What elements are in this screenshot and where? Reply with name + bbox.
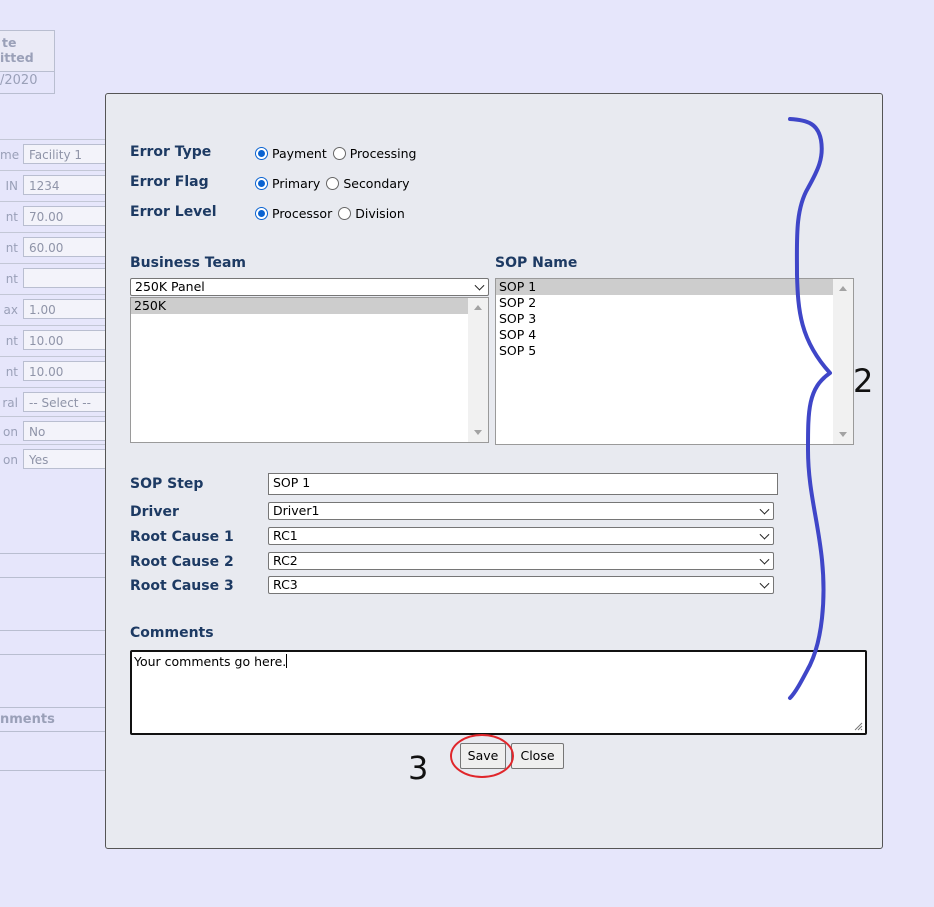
annotation-circle-icon — [450, 734, 514, 778]
annotation-label-2: 2 — [853, 362, 874, 400]
annotation-overlay — [450, 117, 832, 778]
annotation-label-3: 3 — [408, 749, 429, 787]
annotation-brace-icon — [788, 117, 832, 700]
